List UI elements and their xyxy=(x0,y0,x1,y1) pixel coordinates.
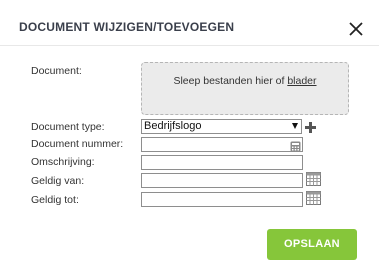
dialog-title: DOCUMENT WIJZIGEN/TOEVOEGEN xyxy=(19,20,235,34)
description-label: Omschrijving: xyxy=(31,156,95,168)
calculator-icon[interactable] xyxy=(290,139,301,152)
chevron-down-icon xyxy=(292,123,298,129)
title-divider xyxy=(0,45,379,46)
document-number-label: Document nummer: xyxy=(31,138,124,150)
calendar-icon[interactable] xyxy=(306,191,321,205)
close-icon[interactable] xyxy=(347,20,365,38)
plus-icon[interactable] xyxy=(305,120,316,133)
document-label: Document: xyxy=(31,65,82,77)
valid-to-input[interactable] xyxy=(141,192,303,207)
calendar-icon[interactable] xyxy=(306,172,321,186)
document-dialog: DOCUMENT WIJZIGEN/TOEVOEGEN Document: Sl… xyxy=(0,0,379,275)
browse-link[interactable]: blader xyxy=(287,75,316,87)
file-dropzone[interactable]: Sleep bestanden hier of blader xyxy=(141,62,349,115)
dropzone-text: Sleep bestanden hier of xyxy=(173,75,285,87)
save-button[interactable]: OPSLAAN xyxy=(267,229,357,260)
document-type-value: Bedrijfslogo xyxy=(144,120,202,132)
document-number-input[interactable] xyxy=(141,137,303,152)
document-type-label: Document type: xyxy=(31,121,105,133)
description-input[interactable] xyxy=(141,155,303,170)
document-type-select[interactable]: Bedrijfslogo xyxy=(141,119,302,134)
valid-from-label: Geldig van: xyxy=(31,175,85,187)
valid-to-label: Geldig tot: xyxy=(31,194,79,206)
valid-from-input[interactable] xyxy=(141,173,303,188)
